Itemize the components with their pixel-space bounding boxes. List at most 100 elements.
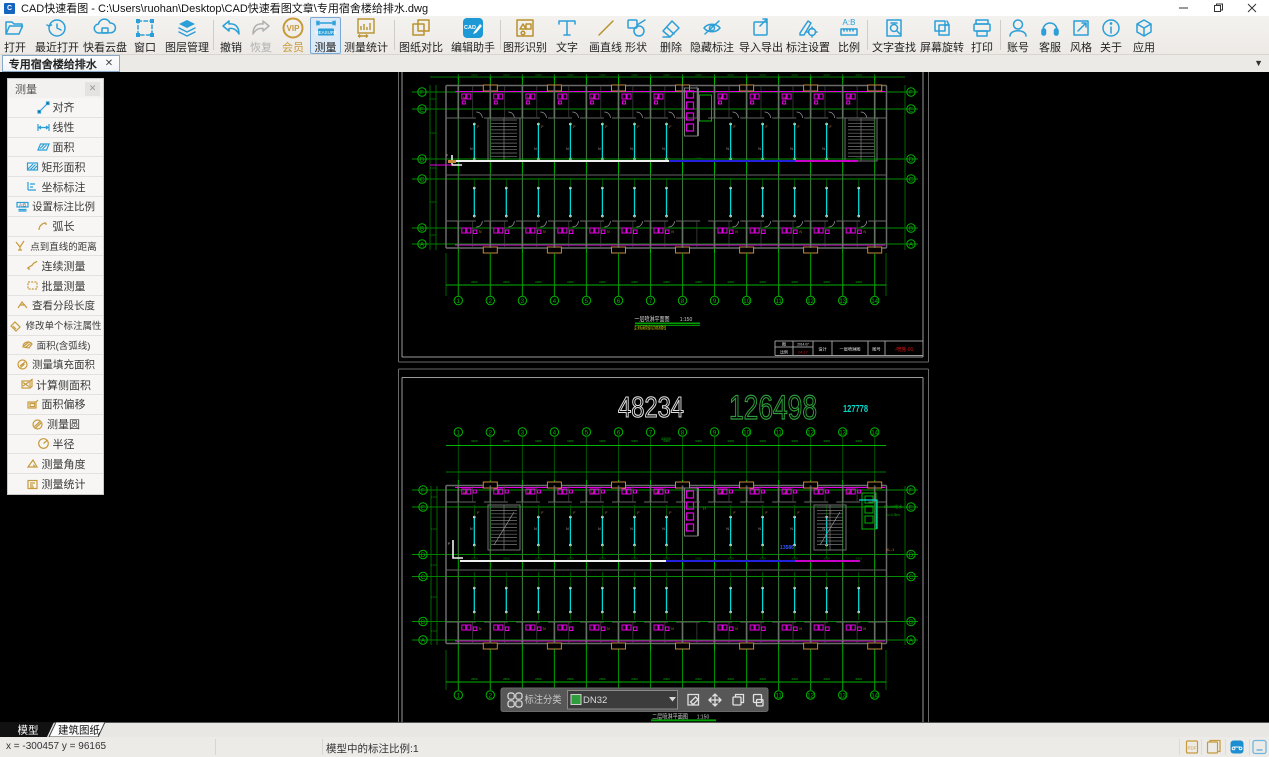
svg-text:3300: 3300 xyxy=(695,439,702,443)
svg-text:3300: 3300 xyxy=(599,677,606,681)
svg-text:3300: 3300 xyxy=(791,677,798,681)
svg-text:3300: 3300 xyxy=(631,157,638,161)
svg-text:3300: 3300 xyxy=(663,280,670,284)
svg-text:3300: 3300 xyxy=(431,595,438,599)
svg-text:N: N xyxy=(758,147,761,151)
svg-text:DN32: DN32 xyxy=(583,695,607,706)
svg-text:N: N xyxy=(735,627,738,631)
svg-text:N: N xyxy=(671,627,674,631)
svg-text:3300: 3300 xyxy=(663,557,670,561)
svg-text:3300: 3300 xyxy=(823,280,830,284)
svg-text:N: N xyxy=(822,147,825,151)
svg-text:VIP: VIP xyxy=(287,24,301,33)
svg-text:3300: 3300 xyxy=(727,73,734,77)
svg-text:D: D xyxy=(909,553,914,559)
svg-text:2014.07: 2014.07 xyxy=(797,343,809,347)
svg-text:12: 12 xyxy=(807,299,814,305)
svg-text:C: C xyxy=(420,177,425,183)
svg-text:E: E xyxy=(421,505,425,511)
svg-text:3300: 3300 xyxy=(823,157,830,161)
svg-text:10: 10 xyxy=(743,299,750,305)
svg-text:3300: 3300 xyxy=(567,280,574,284)
svg-text:3300: 3300 xyxy=(855,280,862,284)
svg-text:注:未标明管径均为喷淋管线: 注:未标明管径均为喷淋管线 xyxy=(634,325,666,332)
svg-text:3300: 3300 xyxy=(823,73,830,77)
svg-text:3300: 3300 xyxy=(503,280,510,284)
svg-text:3300: 3300 xyxy=(791,73,798,77)
svg-text:11: 11 xyxy=(775,693,782,699)
svg-text:模型: 模型 xyxy=(18,724,39,737)
svg-text:N: N xyxy=(799,230,802,234)
svg-text:3300: 3300 xyxy=(695,557,702,561)
svg-text:3300: 3300 xyxy=(431,563,438,567)
svg-text:F: F xyxy=(909,90,913,96)
svg-text:A:B: A:B xyxy=(843,18,856,27)
svg-text:13: 13 xyxy=(839,693,846,699)
svg-text:3300: 3300 xyxy=(855,557,862,561)
svg-text:3300: 3300 xyxy=(695,280,702,284)
svg-text:3300: 3300 xyxy=(471,73,478,77)
svg-text:图: 图 xyxy=(782,341,786,347)
svg-text:N: N xyxy=(790,147,793,151)
svg-text:图号: 图号 xyxy=(872,347,880,353)
svg-text:3300: 3300 xyxy=(791,439,798,443)
svg-text:D: D xyxy=(420,157,425,163)
svg-text:N: N xyxy=(864,627,867,631)
svg-text:E: E xyxy=(909,505,913,511)
svg-text:比例: 比例 xyxy=(780,350,788,355)
svg-text:3300: 3300 xyxy=(791,557,798,561)
svg-text:12: 12 xyxy=(807,693,814,699)
svg-text:3300: 3300 xyxy=(567,157,574,161)
svg-text:F: F xyxy=(605,125,607,129)
svg-text:N: N xyxy=(671,230,674,234)
svg-text:12: 12 xyxy=(807,430,814,436)
svg-text:A: A xyxy=(909,638,913,644)
svg-text:3300: 3300 xyxy=(823,677,830,681)
svg-text:3300: 3300 xyxy=(599,280,606,284)
svg-text:E: E xyxy=(420,107,424,113)
svg-text:N: N xyxy=(534,147,537,151)
svg-text:F: F xyxy=(573,125,575,129)
svg-text:N: N xyxy=(630,527,633,531)
svg-text:3300: 3300 xyxy=(599,73,606,77)
svg-text:3300: 3300 xyxy=(471,439,478,443)
svg-text:3300: 3300 xyxy=(599,157,606,161)
svg-text:3300: 3300 xyxy=(631,73,638,77)
svg-text:48234: 48234 xyxy=(618,392,684,424)
svg-text:建筑图纸: 建筑图纸 xyxy=(58,724,100,737)
svg-text:14: 14 xyxy=(871,693,878,699)
svg-text:3300: 3300 xyxy=(503,439,510,443)
svg-text:3300: 3300 xyxy=(535,157,542,161)
svg-text:N: N xyxy=(566,147,569,151)
svg-text:3300: 3300 xyxy=(567,557,574,561)
svg-text:3300: 3300 xyxy=(430,131,437,135)
svg-text:43200: 43200 xyxy=(661,437,671,441)
svg-text:A:B: A:B xyxy=(19,202,26,207)
svg-text:3300: 3300 xyxy=(759,157,766,161)
svg-text:14: 14 xyxy=(871,430,878,436)
svg-text:N: N xyxy=(726,527,729,531)
svg-text:3300: 3300 xyxy=(663,677,670,681)
svg-text:3300: 3300 xyxy=(759,73,766,77)
svg-text:F: F xyxy=(605,511,607,515)
svg-text:3300: 3300 xyxy=(431,629,438,633)
svg-text:B: B xyxy=(420,226,424,232)
svg-text:3300: 3300 xyxy=(567,73,574,77)
svg-text:3300: 3300 xyxy=(727,280,734,284)
svg-text:11: 11 xyxy=(775,430,782,436)
svg-text:一层喷淋图: 一层喷淋图 xyxy=(840,346,861,353)
svg-text:3300: 3300 xyxy=(823,439,830,443)
svg-text:3300: 3300 xyxy=(855,73,862,77)
svg-text:3300: 3300 xyxy=(535,439,542,443)
svg-text:N: N xyxy=(470,527,473,531)
svg-text:3300: 3300 xyxy=(430,166,437,170)
svg-text:E: E xyxy=(909,107,913,113)
svg-text:F: F xyxy=(909,488,913,494)
svg-text:F: F xyxy=(830,125,832,129)
svg-text:3300: 3300 xyxy=(535,73,542,77)
svg-text:F: F xyxy=(420,90,424,96)
svg-text:D: D xyxy=(909,157,914,163)
svg-text:标注分类: 标注分类 xyxy=(525,693,562,706)
svg-text:B: B xyxy=(909,620,913,626)
svg-text:N: N xyxy=(735,230,738,234)
